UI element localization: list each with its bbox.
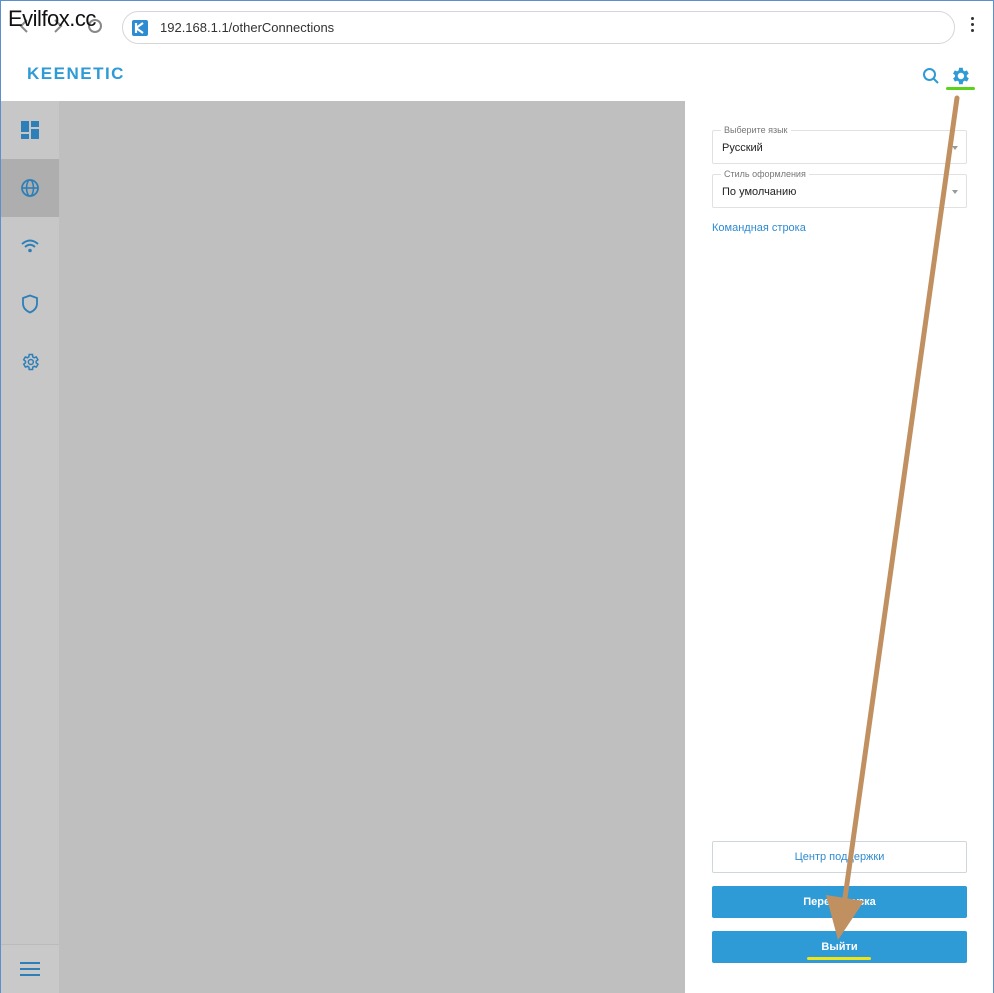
menu-icon	[20, 962, 40, 976]
command-line-link[interactable]: Командная строка	[712, 222, 806, 234]
globe-icon	[21, 179, 39, 197]
sidebar-item-wifi[interactable]	[1, 217, 59, 275]
language-select-value: Русский	[722, 142, 763, 154]
content-overlay[interactable]	[59, 101, 685, 993]
address-bar[interactable]: 192.168.1.1/otherConnections	[122, 11, 955, 44]
url-text[interactable]: 192.168.1.1/otherConnections	[160, 20, 334, 35]
keenetic-favicon-icon	[132, 20, 148, 36]
language-select[interactable]: Выберите язык Русский	[712, 125, 967, 164]
search-icon[interactable]	[922, 67, 940, 85]
shield-icon	[22, 294, 38, 314]
theme-select[interactable]: Стиль оформления По умолчанию	[712, 169, 967, 208]
sidebar-item-settings[interactable]	[1, 333, 59, 391]
sidebar-item-security[interactable]	[1, 275, 59, 333]
support-center-button[interactable]: Центр поддержки	[712, 841, 967, 873]
wifi-icon	[21, 239, 39, 253]
app-header: KEENETIC	[0, 50, 994, 101]
dashboard-icon	[21, 121, 39, 139]
watermark: Evilfox.cc	[8, 6, 96, 31]
keenetic-logo[interactable]: KEENETIC	[27, 64, 125, 84]
theme-select-value: По умолчанию	[722, 186, 797, 198]
reboot-button[interactable]: Перезагрузка	[712, 886, 967, 918]
sidebar-item-internet[interactable]	[1, 159, 59, 217]
settings-gear-icon[interactable]	[949, 65, 971, 87]
chevron-down-icon	[952, 190, 958, 194]
annotation-green-underline	[946, 87, 975, 90]
language-select-label: Выберите язык	[721, 125, 791, 135]
chevron-down-icon	[952, 146, 958, 150]
sidebar	[0, 101, 59, 993]
sidebar-menu-toggle[interactable]	[1, 944, 59, 993]
gear-icon	[22, 353, 39, 371]
browser-menu-icon[interactable]	[964, 17, 980, 37]
sidebar-item-dashboard[interactable]	[1, 101, 59, 159]
annotation-yellow-underline	[807, 957, 871, 960]
browser-toolbar: 192.168.1.1/otherConnections	[0, 0, 994, 50]
settings-panel: Выберите язык Русский Стиль оформления П…	[685, 101, 994, 993]
theme-select-label: Стиль оформления	[721, 169, 809, 179]
